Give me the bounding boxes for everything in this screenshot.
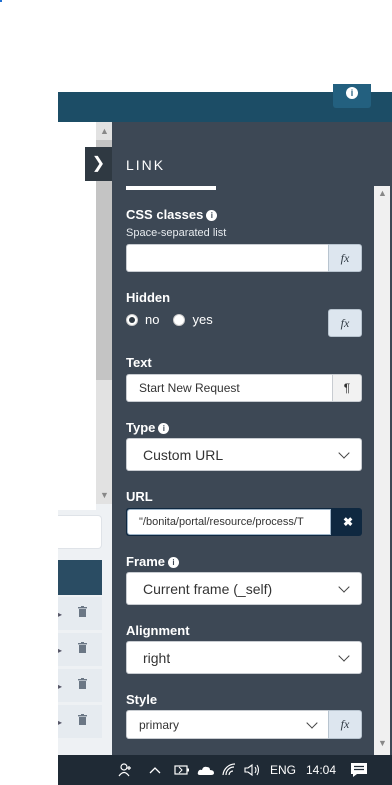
collapse-panel-button[interactable]: ❯ (85, 147, 112, 181)
table-row[interactable]: ▸ (58, 705, 102, 738)
volume-icon[interactable] (244, 755, 262, 785)
canvas-input-widget[interactable] (58, 515, 102, 549)
info-icon[interactable]: i (168, 557, 180, 568)
trash-icon[interactable] (78, 642, 87, 653)
css-classes-fx-button[interactable]: fx (328, 244, 362, 272)
style-select[interactable]: primary (126, 710, 329, 739)
frame-select[interactable]: Current frame (_self) (126, 572, 362, 605)
text-mode-toggle-button[interactable]: ¶ (332, 374, 362, 402)
frame-label: Frame i (126, 554, 180, 569)
table-row[interactable]: ▸ (58, 633, 102, 666)
url-field: "/bonita/portal/resource/process/T ✖ (126, 508, 362, 536)
corner-dot (0, 0, 2, 2)
alignment-select[interactable]: right (126, 641, 362, 674)
onedrive-icon[interactable] (197, 755, 215, 785)
text-label: Text (126, 355, 152, 370)
css-classes-input[interactable] (126, 244, 329, 272)
css-classes-hint: Space-separated list (126, 227, 227, 239)
canvas-table-header (58, 560, 102, 595)
hidden-radio-group: no yes (126, 312, 213, 327)
scroll-down-icon[interactable]: ▼ (378, 738, 387, 748)
chevron-up-icon[interactable] (149, 755, 161, 785)
style-label: Style (126, 692, 158, 707)
notifications-icon[interactable] (350, 755, 368, 785)
scroll-up-icon[interactable]: ▲ (378, 188, 387, 198)
info-icon[interactable]: i (206, 210, 218, 221)
panel-title: LINK (126, 157, 166, 173)
panel-scrollbar[interactable]: ▲ ▼ (374, 186, 390, 755)
clock[interactable]: 14:04 (306, 755, 336, 785)
hidden-yes-radio[interactable] (173, 313, 186, 326)
chevron-down-icon (338, 446, 350, 459)
chevron-down-icon (306, 716, 318, 729)
chevron-down-icon (338, 580, 350, 593)
table-row[interactable]: ▸ (58, 597, 102, 630)
info-icon: i (346, 87, 358, 99)
css-classes-label: CSS classes i (126, 207, 218, 222)
info-icon[interactable]: i (158, 423, 170, 434)
clear-expression-icon[interactable]: ✖ (343, 515, 353, 529)
table-row[interactable]: ▸ (58, 669, 102, 702)
trash-icon[interactable] (78, 678, 87, 689)
trash-icon[interactable] (78, 714, 87, 725)
text-input[interactable]: Start New Request (126, 374, 333, 402)
chevron-down-icon (338, 649, 350, 662)
windows-taskbar: ENG 14:04 (58, 755, 392, 785)
language-indicator[interactable]: ENG (270, 755, 296, 785)
trash-icon[interactable] (78, 606, 87, 617)
type-select[interactable]: Custom URL (126, 438, 362, 471)
hidden-fx-button[interactable]: fx (328, 309, 362, 337)
type-label: Type i (126, 420, 170, 435)
scroll-up-icon[interactable]: ▲ (100, 126, 109, 136)
alignment-label: Alignment (126, 623, 190, 638)
hidden-yes-label: yes (192, 312, 213, 327)
hidden-no-label: no (145, 312, 160, 327)
chevron-right-icon: ❯ (91, 155, 106, 172)
url-input[interactable]: "/bonita/portal/resource/process/T (127, 509, 331, 535)
help-button[interactable]: i (333, 84, 371, 108)
people-icon[interactable] (118, 755, 134, 785)
scroll-down-icon[interactable]: ▼ (100, 490, 109, 500)
wifi-icon[interactable] (222, 755, 238, 785)
style-fx-button[interactable]: fx (328, 710, 362, 739)
hidden-no-radio[interactable] (126, 313, 138, 326)
panel-tab-indicator (126, 186, 216, 190)
battery-icon[interactable] (172, 755, 190, 785)
url-label: URL (126, 489, 153, 504)
hidden-label: Hidden (126, 290, 171, 305)
